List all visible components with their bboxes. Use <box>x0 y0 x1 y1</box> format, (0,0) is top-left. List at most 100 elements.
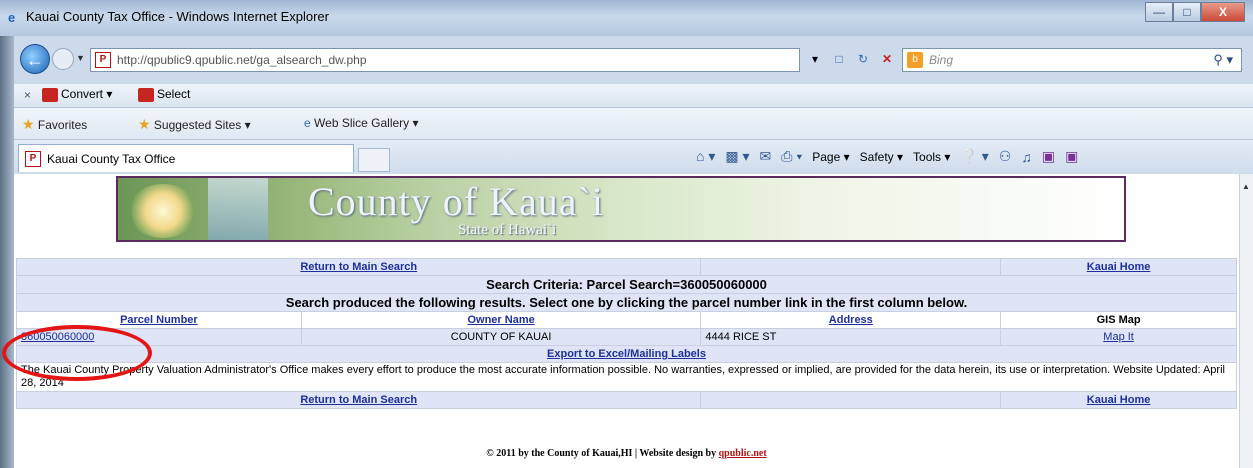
plumeria-flower-image <box>128 184 198 238</box>
window-title: Kauai County Tax Office - Windows Intern… <box>26 9 329 24</box>
dropdown-icon[interactable]: ▾ <box>806 49 824 69</box>
help-icon[interactable]: ❔ ▾ <box>960 148 988 165</box>
favorites-label: Favorites <box>37 118 88 132</box>
parcel-number-link[interactable]: 360050060000 <box>21 331 94 343</box>
select-pdf-icon <box>138 87 154 102</box>
home-icon[interactable]: ⌂ ▾ <box>696 148 715 165</box>
close-button[interactable]: X <box>1201 2 1245 22</box>
qpublic-link[interactable]: qpublic.net <box>719 448 767 459</box>
page-content: County of Kaua`i State of Hawai`i Return… <box>14 174 1239 468</box>
add-favorite-icon: ★ <box>138 116 151 132</box>
search-placeholder: Bing <box>929 53 954 67</box>
bottom-return-cell: Return to Main Search <box>15 391 702 409</box>
mail-icon[interactable]: ✉ <box>760 148 772 165</box>
criteria-row: Search Criteria: Parcel Search=360050060… <box>16 275 1237 294</box>
footer-text: © 2011 by the County of Kauai,HI | Websi… <box>486 448 717 459</box>
browser-window: e Kauai County Tax Office - Windows Inte… <box>0 0 1253 468</box>
bottom-empty-cell <box>700 391 1002 409</box>
window-controls: — □ X <box>1145 2 1245 24</box>
owner-name-cell: COUNTY OF KAUAI <box>300 328 702 346</box>
favorites-bar: ★ Favorites ★ Suggested Sites ▾ e Web Sl… <box>14 108 1253 140</box>
bing-icon: b <box>907 52 923 68</box>
convert-label: Convert <box>61 87 104 101</box>
county-banner: County of Kaua`i State of Hawai`i <box>116 176 1126 242</box>
web-slice-gallery-button[interactable]: e Web Slice Gallery ▾ <box>304 116 419 130</box>
sort-owner-name-link[interactable]: Owner Name <box>467 314 534 326</box>
header-owner-cell: Owner Name <box>300 311 702 329</box>
export-to-excel-link[interactable]: Export to Excel/Mailing Labels <box>547 348 706 360</box>
header-address-cell: Address <box>700 311 1002 329</box>
kauai-home-link[interactable]: Kauai Home <box>1087 261 1151 273</box>
tab-label: Kauai County Tax Office <box>47 152 176 166</box>
disclaimer-row: The Kauai County Property Valuation Admi… <box>16 362 1237 392</box>
ie-icon: e <box>8 10 16 25</box>
scroll-up-icon[interactable]: ▲ <box>1242 182 1250 191</box>
history-dropdown-icon[interactable]: ▼ <box>76 53 85 63</box>
suggested-sites-label: Suggested Sites ▾ <box>153 118 251 132</box>
bottom-return-to-main-search-link[interactable]: Return to Main Search <box>300 394 417 406</box>
top-return-cell: Return to Main Search <box>15 258 702 276</box>
address-bar: ← ▼ P http://qpublic9.qpublic.net/ga_als… <box>14 36 1253 84</box>
note-icon[interactable]: ♫ <box>1021 149 1032 165</box>
print-icon[interactable]: ⎙ ▾ <box>781 148 802 165</box>
parcel-cell: 360050060000 <box>16 328 302 346</box>
top-empty-cell <box>700 258 1002 276</box>
command-bar: × Convert ▾ Select <box>14 84 1253 108</box>
url-field[interactable]: P http://qpublic9.qpublic.net/ga_alsearc… <box>90 48 800 72</box>
map-it-link[interactable]: Map It <box>1103 331 1134 343</box>
bottom-kauai-home-link[interactable]: Kauai Home <box>1087 394 1151 406</box>
title-bar: e Kauai County Tax Office - Windows Inte… <box>0 0 1253 36</box>
tab-row: P Kauai County Tax Office ⌂ ▾ ▩ ▾ ✉ ⎙ ▾ … <box>14 140 1253 174</box>
results-instructions: Search produced the following results. S… <box>16 293 1237 312</box>
header-gis-map: GIS Map <box>1000 311 1237 329</box>
compat-view-icon[interactable]: □ <box>830 49 848 69</box>
convert-button[interactable]: Convert ▾ <box>42 87 112 102</box>
onenote-icon[interactable]: ▣ <box>1042 148 1055 165</box>
search-icon[interactable]: ⚲ ▾ <box>1213 52 1233 68</box>
select-button[interactable]: Select <box>138 87 190 102</box>
research-icon[interactable]: ⚇ <box>999 148 1012 165</box>
bottom-nav-row: Return to Main Search Kauai Home <box>15 391 1237 409</box>
web-slice-label: Web Slice Gallery ▾ <box>314 116 419 130</box>
bottom-home-cell: Kauai Home <box>1000 391 1237 409</box>
gis-map-cell: Map It <box>1000 328 1237 346</box>
waterfall-image <box>208 178 268 240</box>
suggested-sites-button[interactable]: ★ Suggested Sites ▾ <box>138 116 251 133</box>
back-button[interactable]: ← <box>20 44 50 74</box>
close-toolbar-icon[interactable]: × <box>24 88 31 102</box>
page-menu[interactable]: Page ▾ <box>812 150 849 164</box>
onenote-linked-icon[interactable]: ▣ <box>1065 148 1078 165</box>
refresh-icon[interactable]: ↻ <box>854 49 872 69</box>
table-row: 360050060000 COUNTY OF KAUAI 4444 RICE S… <box>16 328 1237 346</box>
return-to-main-search-link[interactable]: Return to Main Search <box>300 261 417 273</box>
minimize-button[interactable]: — <box>1145 2 1173 22</box>
top-nav-row: Return to Main Search Kauai Home <box>15 258 1237 276</box>
convert-pdf-icon <box>42 87 58 102</box>
sort-address-link[interactable]: Address <box>829 314 873 326</box>
banner-subtitle: State of Hawai`i <box>458 222 557 238</box>
url-text: http://qpublic9.qpublic.net/ga_alsearch_… <box>117 53 367 67</box>
safety-menu[interactable]: Safety ▾ <box>860 150 903 164</box>
results-table: Return to Main Search Kauai Home Search … <box>15 258 1237 409</box>
top-home-cell: Kauai Home <box>1000 258 1237 276</box>
tools-menu[interactable]: Tools ▾ <box>913 150 950 164</box>
address-cell: 4444 RICE ST <box>700 328 1002 346</box>
maximize-button[interactable]: □ <box>1173 2 1201 22</box>
command-toolbar: ⌂ ▾ ▩ ▾ ✉ ⎙ ▾ Page ▾ Safety ▾ Tools ▾ ❔ … <box>696 148 1078 165</box>
header-parcel-cell: Parcel Number <box>16 311 302 329</box>
favorites-button[interactable]: ★ Favorites <box>22 116 87 133</box>
forward-button[interactable] <box>52 48 74 70</box>
search-criteria: Search Criteria: Parcel Search=360050060… <box>16 275 1237 294</box>
vertical-scrollbar[interactable]: ▲ <box>1239 174 1253 468</box>
stop-icon[interactable]: ✕ <box>878 49 896 69</box>
header-row: Parcel Number Owner Name Address GIS Map <box>16 311 1237 329</box>
tab-kauai-tax-office[interactable]: P Kauai County Tax Office <box>18 144 354 172</box>
sort-parcel-number-link[interactable]: Parcel Number <box>120 314 198 326</box>
footer: © 2011 by the County of Kauai,HI | Websi… <box>14 448 1239 459</box>
new-tab-button[interactable] <box>358 148 390 172</box>
star-icon: ★ <box>22 116 35 132</box>
web-slice-icon: e <box>304 116 311 130</box>
select-label: Select <box>157 87 191 101</box>
feeds-icon[interactable]: ▩ ▾ <box>725 148 749 165</box>
search-field[interactable]: b Bing ⚲ ▾ <box>902 48 1242 72</box>
